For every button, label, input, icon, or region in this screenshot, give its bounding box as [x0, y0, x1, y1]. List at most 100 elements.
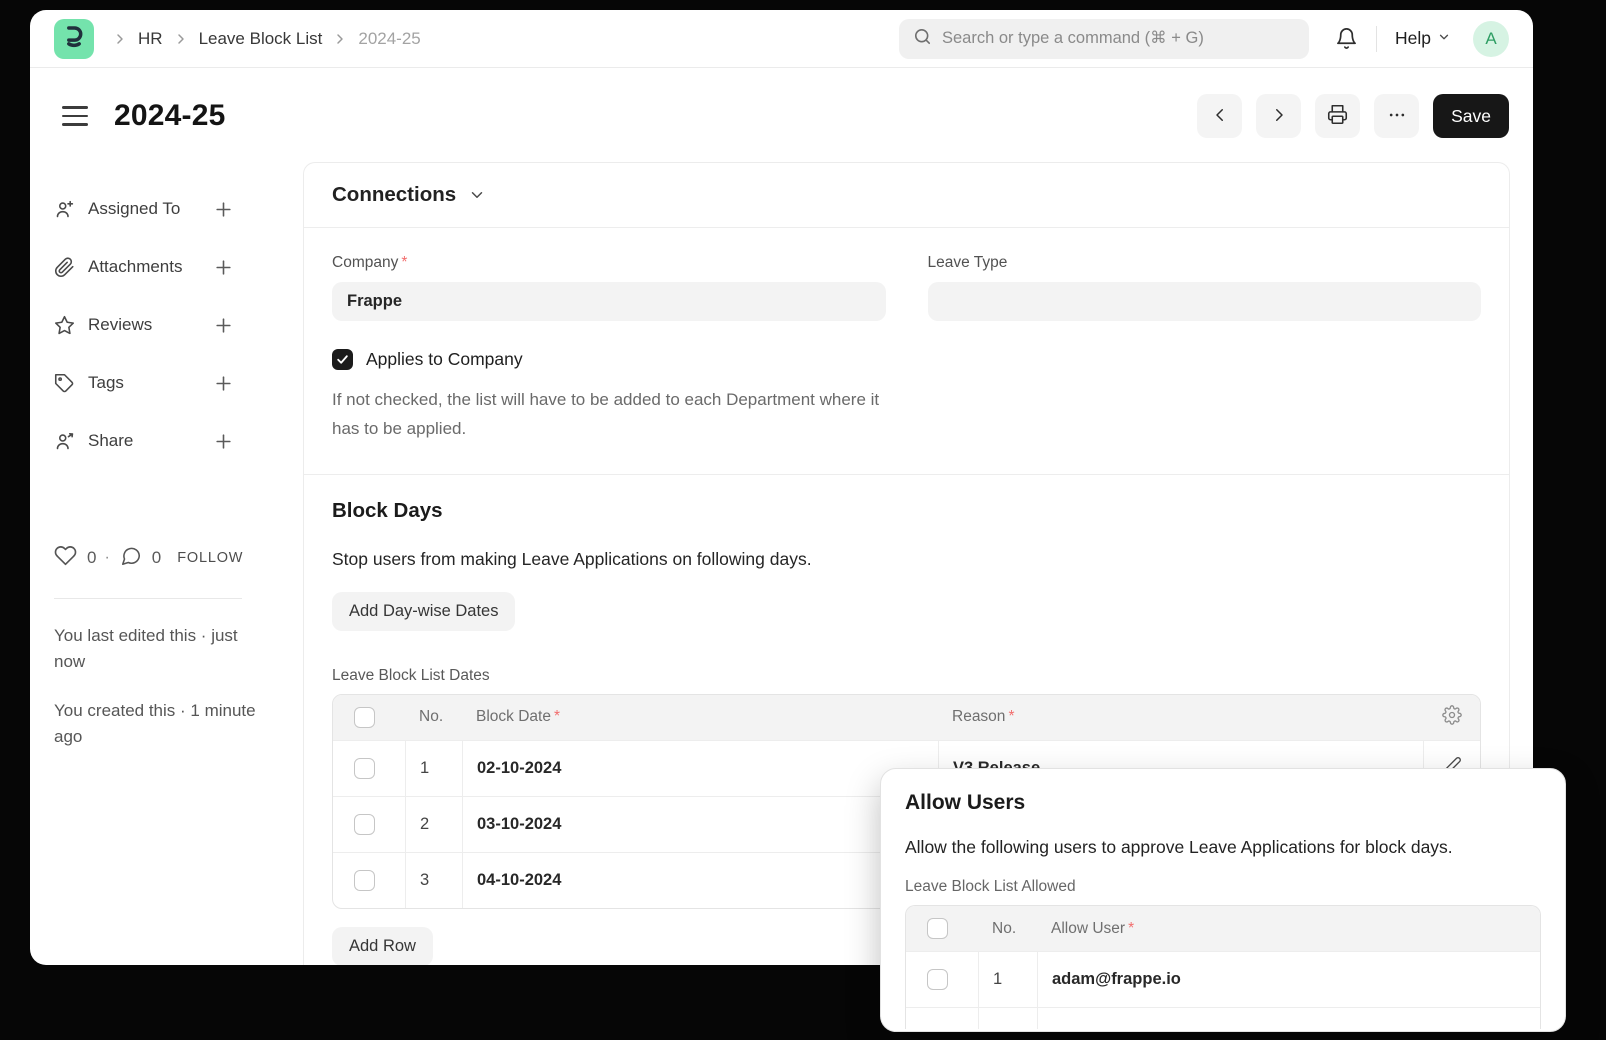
select-all-checkbox[interactable]	[927, 918, 948, 939]
search-icon	[913, 27, 932, 51]
print-button[interactable]	[1315, 94, 1360, 138]
likes-follow-row: 0 · 0 FOLLOW	[54, 544, 303, 572]
row-number: 3	[405, 853, 462, 908]
connections-header[interactable]: Connections	[304, 163, 1509, 228]
select-all-checkbox[interactable]	[354, 707, 375, 728]
table-header-row: No. Block Date* Reason*	[333, 695, 1480, 740]
required-asterisk: *	[554, 708, 560, 726]
chevron-left-icon	[1211, 106, 1229, 127]
sidebar-item-tags[interactable]: Tags	[54, 354, 303, 412]
row-number: 2	[405, 797, 462, 852]
chevron-right-icon	[112, 31, 128, 47]
printer-icon	[1327, 104, 1348, 128]
company-input[interactable]: Frappe	[332, 282, 886, 321]
required-asterisk: *	[401, 254, 407, 271]
help-label: Help	[1395, 28, 1431, 49]
block-date-cell[interactable]: 03-10-2024	[462, 797, 938, 852]
breadcrumb-item-hr[interactable]: HR	[138, 29, 163, 49]
row-number: 1	[978, 952, 1037, 1007]
frappe-hr-logo-icon	[61, 23, 87, 54]
details-section: Company* Frappe Leave Type Applies to Co…	[304, 228, 1509, 474]
row-checkbox[interactable]	[927, 969, 948, 990]
leave-block-list-dates-label: Leave Block List Dates	[332, 667, 1481, 685]
sidebar-item-label: Attachments	[88, 257, 183, 277]
required-asterisk: *	[1008, 708, 1014, 726]
add-attachment-icon[interactable]	[214, 258, 233, 277]
column-header-block-date: Block Date*	[462, 695, 938, 740]
allow-user-cell[interactable]: adam@frappe.io	[1037, 952, 1540, 1007]
comment-icon[interactable]	[120, 545, 142, 572]
search-input[interactable]	[942, 29, 1295, 48]
add-assignment-icon[interactable]	[214, 200, 233, 219]
comments-count: 0	[152, 548, 161, 568]
page-title: 2024-25	[114, 99, 226, 133]
follow-button[interactable]: FOLLOW	[177, 550, 243, 566]
chevron-down-icon	[1437, 28, 1451, 49]
navbar-right: Help A	[899, 19, 1509, 59]
breadcrumb-item-current: 2024-25	[358, 29, 420, 49]
sidebar: Assigned To Attachments Review	[30, 162, 303, 965]
paperclip-icon	[54, 257, 75, 278]
sidebar-item-label: Assigned To	[88, 199, 180, 219]
table-row-partial	[906, 1007, 1540, 1029]
sidebar-item-reviews[interactable]: Reviews	[54, 296, 303, 354]
row-checkbox[interactable]	[354, 758, 375, 779]
likes-count: 0	[87, 548, 96, 568]
required-asterisk: *	[1128, 920, 1134, 938]
next-record-button[interactable]	[1256, 94, 1301, 138]
gear-icon	[1442, 705, 1462, 730]
sidebar-item-attachments[interactable]: Attachments	[54, 238, 303, 296]
table-settings-button[interactable]	[1423, 695, 1480, 740]
allow-users-panel: Allow Users Allow the following users to…	[880, 768, 1566, 1032]
help-menu[interactable]: Help	[1395, 28, 1451, 49]
add-row-button[interactable]: Add Row	[332, 927, 433, 965]
user-share-icon	[54, 431, 75, 452]
block-date-cell[interactable]: 02-10-2024	[462, 741, 938, 796]
allow-users-title: Allow Users	[905, 791, 1541, 815]
applies-to-company-checkbox[interactable]	[332, 349, 353, 370]
row-checkbox[interactable]	[354, 814, 375, 835]
notifications-bell-icon[interactable]	[1335, 27, 1358, 50]
sidebar-item-share[interactable]: Share	[54, 412, 303, 470]
save-button[interactable]: Save	[1433, 94, 1509, 138]
top-navbar: HR Leave Block List 2024-25	[30, 10, 1533, 68]
more-options-button[interactable]	[1374, 94, 1419, 138]
previous-record-button[interactable]	[1197, 94, 1242, 138]
row-checkbox[interactable]	[354, 870, 375, 891]
breadcrumb-item-leave-block-list[interactable]: Leave Block List	[199, 29, 323, 49]
row-number: 1	[405, 741, 462, 796]
connections-title: Connections	[332, 183, 456, 207]
user-plus-icon	[54, 199, 75, 220]
company-field-group: Company* Frappe	[332, 254, 886, 321]
block-days-title: Block Days	[332, 499, 1481, 523]
heart-icon[interactable]	[54, 544, 77, 572]
leave-type-input[interactable]	[928, 282, 1482, 321]
navbar-divider	[1376, 26, 1377, 52]
sidebar-item-assigned-to[interactable]: Assigned To	[54, 180, 303, 238]
table-row: 1 adam@frappe.io	[906, 951, 1540, 1007]
breadcrumb: HR Leave Block List 2024-25	[112, 29, 421, 49]
sidebar-item-label: Tags	[88, 373, 124, 393]
user-avatar[interactable]: A	[1473, 21, 1509, 57]
add-review-icon[interactable]	[214, 316, 233, 335]
column-header-reason: Reason*	[938, 695, 1423, 740]
chevron-right-icon	[332, 31, 348, 47]
block-date-cell[interactable]: 04-10-2024	[462, 853, 938, 908]
leave-type-label: Leave Type	[928, 254, 1482, 272]
add-share-icon[interactable]	[214, 432, 233, 451]
screenshot-frame: HR Leave Block List 2024-25	[0, 0, 1606, 1040]
sidebar-item-label: Reviews	[88, 315, 152, 335]
allow-users-description: Allow the following users to approve Lea…	[905, 837, 1541, 858]
sidebar-toggle-icon[interactable]	[62, 106, 88, 126]
add-tag-icon[interactable]	[214, 374, 233, 393]
add-day-wise-dates-button[interactable]: Add Day-wise Dates	[332, 592, 515, 631]
header-actions: Save	[1197, 94, 1509, 138]
search-bar[interactable]	[899, 19, 1309, 59]
star-icon	[54, 315, 75, 336]
sidebar-divider	[54, 598, 242, 599]
applies-to-company-label: Applies to Company	[366, 349, 523, 370]
frappe-hr-logo[interactable]	[54, 19, 94, 59]
last-edited-text: You last edited this · just now	[54, 623, 262, 676]
column-header-no: No.	[978, 906, 1037, 951]
sidebar-item-label: Share	[88, 431, 133, 451]
